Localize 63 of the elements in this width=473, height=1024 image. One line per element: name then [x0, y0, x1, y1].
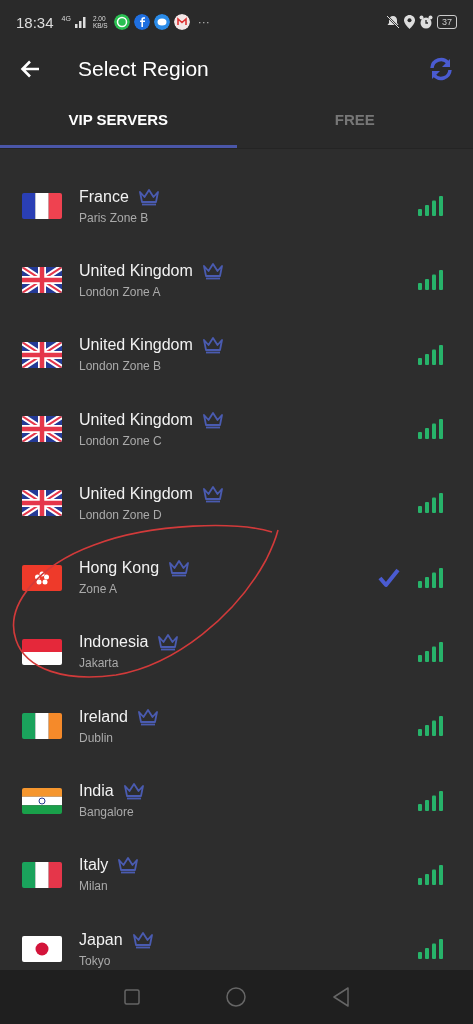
signal-strength-icon — [418, 493, 443, 514]
country-name: Indonesia — [79, 633, 149, 652]
flag-icon — [22, 267, 62, 294]
message-app-icon — [153, 14, 170, 30]
server-location: Zone A — [79, 582, 119, 597]
country-name: Italy — [79, 856, 109, 875]
checkmark-icon — [378, 567, 400, 588]
signal-strength-icon — [418, 641, 443, 662]
signal-strength-icon — [418, 270, 443, 291]
social-app-icon — [133, 14, 150, 30]
server-location: Milan — [79, 879, 109, 894]
country-name: United Kingdom — [79, 410, 193, 429]
signal-strength-icon — [418, 939, 443, 960]
signal-icon — [74, 16, 87, 28]
flag-icon — [22, 416, 62, 443]
flag-icon — [22, 341, 62, 368]
recent-apps-icon[interactable] — [123, 989, 140, 1005]
signal-strength-icon — [418, 864, 443, 885]
flag-icon — [22, 564, 62, 591]
status-time: 18:34 — [16, 13, 54, 31]
signal-strength-icon — [418, 419, 443, 440]
country-name: India — [79, 782, 114, 800]
flag-icon — [22, 193, 62, 220]
flag-icon — [22, 638, 62, 665]
server-location: Tokyo — [79, 953, 112, 968]
country-name: United Kingdom — [79, 261, 193, 280]
home-icon[interactable] — [225, 987, 246, 1007]
battery-level: 37 — [437, 15, 457, 29]
location-icon — [404, 15, 415, 29]
chat-app-icon — [113, 14, 130, 30]
server-location: London Zone A — [79, 284, 162, 299]
alarm-icon — [419, 15, 433, 29]
server-location: London Zone C — [79, 433, 163, 448]
server-location: Dublin — [79, 730, 115, 745]
flag-icon — [22, 490, 62, 517]
tab[interactable]: VIP SERVERS — [0, 94, 237, 148]
country-name: Ireland — [79, 707, 128, 726]
screen-title: Select Region — [78, 57, 210, 81]
country-name: United Kingdom — [79, 484, 193, 503]
flag-icon — [22, 713, 62, 740]
country-name: Hong Kong — [79, 559, 160, 578]
back-icon[interactable] — [331, 987, 350, 1007]
server-location: Bangalore — [79, 805, 135, 819]
server-location: Paris Zone B — [79, 210, 150, 225]
more-notifications: ··· — [197, 15, 210, 29]
server-location: London Zone B — [79, 359, 163, 374]
flag-icon — [22, 861, 62, 888]
server-location: Jakarta — [79, 656, 120, 671]
signal-strength-icon — [418, 196, 443, 217]
signal-strength-icon — [418, 344, 443, 365]
country-name: Japan — [79, 930, 123, 949]
country-name: France — [79, 187, 129, 206]
server-location: London Zone D — [79, 507, 163, 522]
flag-icon — [22, 936, 62, 963]
country-name: United Kingdom — [79, 336, 193, 355]
signal-strength-icon — [418, 716, 443, 737]
back-arrow-icon[interactable] — [20, 60, 40, 78]
signal-strength-icon — [418, 567, 443, 588]
flag-icon — [22, 787, 62, 814]
mute-icon — [386, 15, 400, 29]
signal-strength-icon — [418, 790, 443, 811]
refresh-icon[interactable] — [429, 57, 453, 81]
mail-app-icon — [173, 14, 190, 30]
